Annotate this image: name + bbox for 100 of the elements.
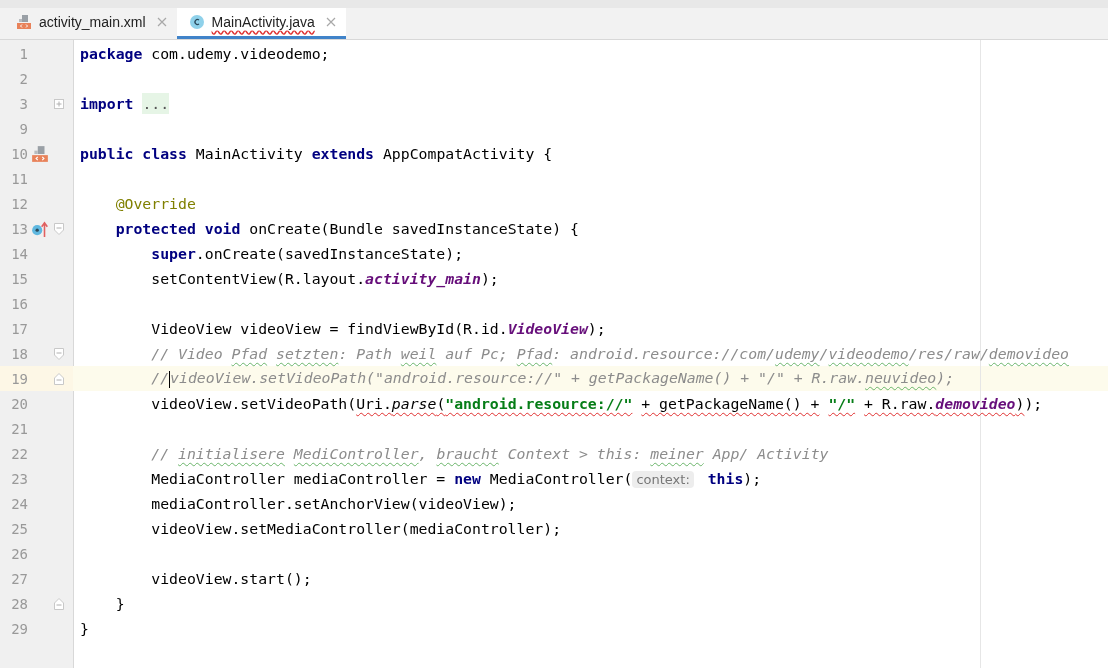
code-text: onCreate(Bundle savedInstanceState) { xyxy=(249,220,579,237)
line-number: 2 xyxy=(18,70,28,87)
comment-text: braucht xyxy=(436,445,499,462)
override-icon[interactable] xyxy=(31,219,49,238)
fold-icon[interactable] xyxy=(54,372,64,385)
code-text: } xyxy=(80,620,89,637)
keyword-text: new xyxy=(454,470,481,487)
string-literal: "android.resource://" xyxy=(445,395,633,412)
text-caret xyxy=(169,370,171,388)
line-number: 3 xyxy=(18,95,28,112)
folded-code: ... xyxy=(142,93,170,114)
comment-text: setzten xyxy=(276,345,339,362)
comment-text: : android.resource://com/ xyxy=(552,345,775,362)
code-text: MainActivity xyxy=(195,145,303,162)
comment-text: , xyxy=(418,445,428,462)
comment-text: meiner xyxy=(650,445,704,462)
comment-text: / xyxy=(819,345,829,362)
line-number: 24 xyxy=(10,495,28,512)
keyword-text: protected void xyxy=(115,220,241,237)
comment-text: ); xyxy=(936,369,955,387)
fold-icon[interactable] xyxy=(54,597,64,610)
line-number: 1 xyxy=(18,45,28,62)
line-number: 9 xyxy=(18,120,28,137)
comment-text: Context > this: xyxy=(507,445,642,462)
line-number: 18 xyxy=(10,345,28,362)
line-number: 25 xyxy=(10,520,28,537)
code-text: } xyxy=(115,595,125,612)
field-name: demovideo xyxy=(935,395,1016,412)
fold-icon[interactable] xyxy=(54,347,64,360)
layout-file-icon[interactable] xyxy=(31,144,49,163)
field-name: VideoView xyxy=(507,320,588,337)
comment-text: // xyxy=(151,445,170,462)
comment-text: videodemo xyxy=(828,345,909,362)
line-number: 17 xyxy=(10,320,28,337)
fold-icon[interactable] xyxy=(54,222,64,235)
line-number: 23 xyxy=(10,470,28,487)
code-text: ) xyxy=(1015,395,1025,412)
line-number: 27 xyxy=(10,570,28,587)
comment-text: neuvideo xyxy=(865,369,937,387)
comment-text: udemy xyxy=(775,345,820,362)
line-number: 13 xyxy=(10,220,28,237)
line-number: 22 xyxy=(10,445,28,462)
comment-text: videoView.setVideoPath("android.resource://" + getPackageName() + "/" + R.raw. xyxy=(170,369,865,387)
line-number: 12 xyxy=(10,195,28,212)
code-text: Uri. xyxy=(356,395,392,412)
comment-text: weil xyxy=(400,345,437,362)
comment-text: auf Pc; xyxy=(445,345,508,362)
close-icon[interactable] xyxy=(325,17,336,27)
comment-text: App/ Activity xyxy=(712,445,829,462)
code-text: videoView.setMediaController(mediaController); xyxy=(151,520,562,537)
code-text: videoView.setVideoPath( xyxy=(151,395,357,412)
line-number: 15 xyxy=(10,270,28,287)
close-icon[interactable] xyxy=(156,17,167,27)
editor-tab[interactable]: activity_main.xml xyxy=(4,8,177,39)
string-literal: "/" xyxy=(828,395,856,412)
line-number: 14 xyxy=(10,245,28,262)
code-text: AppCompatActivity { xyxy=(382,145,553,162)
comment-text: MediController xyxy=(293,445,419,462)
field-name: activity_main xyxy=(365,270,481,287)
line-number: 10 xyxy=(10,145,28,162)
comment-text: Pfad xyxy=(231,345,268,362)
keyword-text: package xyxy=(80,45,143,62)
line-number: 29 xyxy=(10,620,28,637)
code-text: VideoView videoView = findViewById(R.id. xyxy=(151,320,508,337)
code-text: ( xyxy=(436,395,446,412)
keyword-text: extends xyxy=(311,145,374,162)
code-text: + getPackageName() + xyxy=(641,395,820,412)
expand-icon[interactable] xyxy=(54,98,64,109)
line-number: 16 xyxy=(10,295,28,312)
line-number: 20 xyxy=(10,395,28,412)
comment-text: Pfad xyxy=(516,345,553,362)
comment-text: /res/raw/ xyxy=(908,345,989,362)
keyword-text: public class xyxy=(80,145,187,162)
code-text: ); xyxy=(743,470,762,487)
line-number: 28 xyxy=(10,595,28,612)
comment-text: demovideo xyxy=(988,345,1069,362)
comment-text: : Path xyxy=(338,345,392,362)
annotation-text: @Override xyxy=(115,195,196,212)
comment-text: // xyxy=(151,369,170,387)
code-text: MediaController( xyxy=(489,470,633,487)
line-number: 11 xyxy=(10,170,28,187)
keyword-text: super xyxy=(151,245,196,262)
code-text: mediaController.setAnchorView(videoView); xyxy=(151,495,517,512)
parameter-hint: context: xyxy=(632,471,694,488)
code-text: com.udemy.videodemo; xyxy=(151,45,330,62)
code-text: MediaController mediaController = xyxy=(151,470,446,487)
code-text: setContentView(R.layout. xyxy=(151,270,366,287)
method-name: parse xyxy=(391,395,437,412)
keyword-text: import xyxy=(80,95,134,112)
editor-tab[interactable]: MainActivity.java xyxy=(176,8,346,39)
line-number: 21 xyxy=(10,420,28,437)
keyword-text: this xyxy=(707,470,744,487)
code-text: .onCreate(savedInstanceState); xyxy=(195,245,464,262)
comment-text: initialisere xyxy=(178,445,285,462)
line-number: 19 xyxy=(10,370,28,387)
code-text: ); xyxy=(1024,395,1043,412)
code-text: + R.raw. xyxy=(864,395,936,412)
comment-text: // Video xyxy=(151,345,223,362)
code-text: videoView.start(); xyxy=(151,570,312,587)
line-number: 26 xyxy=(10,545,28,562)
